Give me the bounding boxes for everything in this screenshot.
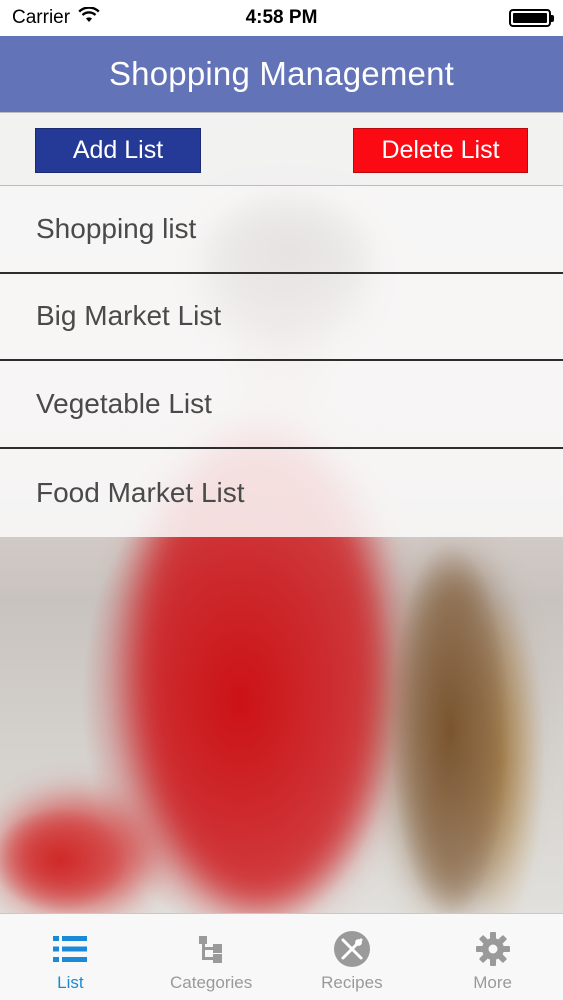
tab-label: Recipes <box>321 973 383 992</box>
tab-label: List <box>57 973 84 992</box>
list-icon <box>50 930 90 968</box>
battery-icon <box>509 9 554 27</box>
tab-categories[interactable]: Categories <box>141 914 282 1000</box>
tab-label: More <box>473 973 512 992</box>
add-list-button[interactable]: Add List <box>35 128 201 173</box>
navigation-bar: Shopping Management <box>0 36 563 112</box>
tab-bar: List Categories Recipes More <box>0 913 563 1000</box>
list-item[interactable]: Vegetable List <box>0 361 563 449</box>
list-item[interactable]: Big Market List <box>0 273 563 361</box>
page-title: Shopping Management <box>108 55 455 92</box>
tab-recipes[interactable]: Recipes <box>282 914 423 1000</box>
status-bar: Carrier 4:58 PM <box>0 0 563 36</box>
carrier-label: Carrier <box>12 7 71 28</box>
recipes-icon <box>332 930 372 968</box>
wifi-icon <box>78 6 100 29</box>
list-item[interactable]: Shopping list <box>0 186 563 274</box>
list-item[interactable]: Food Market List <box>0 448 563 537</box>
tab-more[interactable]: More <box>422 914 563 1000</box>
categories-icon <box>191 930 231 968</box>
gear-icon <box>473 930 513 968</box>
tab-list[interactable]: List <box>0 914 141 1000</box>
tab-label: Categories <box>170 973 253 992</box>
list-toolbar: Add List Delete List <box>0 112 563 186</box>
delete-list-button[interactable]: Delete List <box>353 128 528 173</box>
shopping-lists: Shopping list Big Market List Vegetable … <box>0 186 563 537</box>
